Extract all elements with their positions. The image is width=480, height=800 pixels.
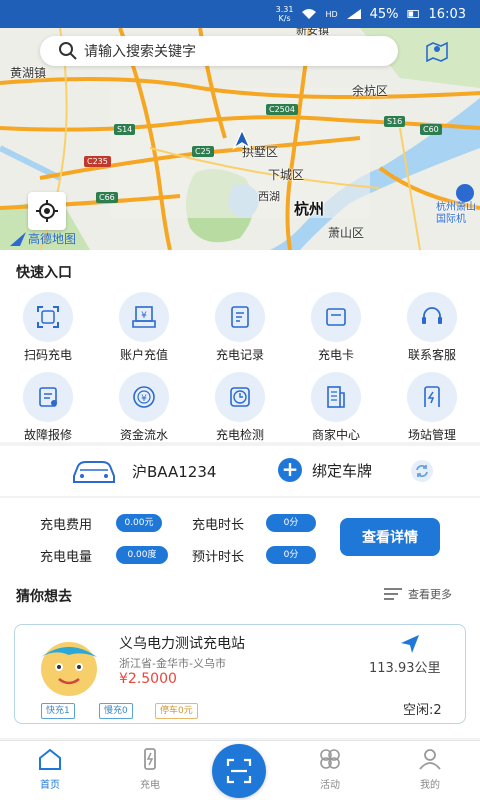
tab-activity[interactable]: 活动 xyxy=(300,747,360,791)
status-bar: 3.31 K/s HD 45% 16:03 xyxy=(0,0,480,28)
card-icon xyxy=(311,292,361,342)
activity-icon xyxy=(320,749,340,769)
map-label-district: 萧山区 xyxy=(328,226,365,240)
quick-entry-title: 快速入口 xyxy=(16,265,72,281)
tag-fast-charge: 快充1 xyxy=(41,703,75,719)
current-location-arrow-icon xyxy=(232,128,252,150)
clock-icon xyxy=(215,372,265,422)
duration-label: 充电时长 xyxy=(192,518,245,533)
quick-contact-service[interactable]: 联系客服 xyxy=(384,292,480,363)
station-thumbnail xyxy=(41,642,97,696)
road-badge: C25 xyxy=(192,146,214,157)
search-placeholder: 请输入搜索关键字 xyxy=(84,44,196,60)
quick-charge-card[interactable]: 充电卡 xyxy=(288,292,384,363)
user-icon xyxy=(419,749,441,770)
plus-icon: + xyxy=(278,458,302,482)
map-label-town: 黄湖镇 xyxy=(10,66,47,80)
view-detail-button[interactable]: 查看详情 xyxy=(340,518,440,556)
station-address: 浙江省-金华市-义乌市 xyxy=(119,657,226,670)
map-view[interactable]: 新安镇 黄湖镇 余杭区 拱墅区 下城区 西湖 杭州 萧山区 杭州萧山国际机 S1… xyxy=(0,28,480,250)
scan-icon xyxy=(226,758,252,784)
road-badge: C60 xyxy=(420,124,442,135)
energy-value: 0.00度 xyxy=(116,546,168,564)
road-badge: C2504 xyxy=(266,104,298,115)
list-icon xyxy=(384,588,402,600)
station-icon xyxy=(407,372,457,422)
airport-icon xyxy=(456,184,474,202)
estimate-value: 0分 xyxy=(266,546,316,564)
quick-entry-section: 快速入口 扫码充电 ¥ 账户充值 充电记录 充电卡 联系客服 故障报修 ¥ 资金… xyxy=(0,250,480,442)
tab-charge[interactable]: 充电 xyxy=(120,747,180,791)
quick-scan-charge[interactable]: 扫码充电 xyxy=(0,292,96,363)
search-icon xyxy=(59,42,77,60)
station-card[interactable]: 义乌电力测试充电站 浙江省-金华市-义乌市 ¥2.5000 113.93公里 快… xyxy=(14,624,466,724)
tag-parking: 停车0元 xyxy=(155,703,198,719)
charger-icon xyxy=(144,748,156,770)
battery-percent: 45% xyxy=(369,6,399,22)
clock: 16:03 xyxy=(428,6,466,22)
svg-text:¥: ¥ xyxy=(141,311,147,321)
hd-label: HD xyxy=(325,9,338,19)
map-label-district: 下城区 xyxy=(268,168,305,182)
tag-slow-charge: 慢充0 xyxy=(99,703,133,719)
vehicle-plate-row: 沪BAA1234 + 绑定车牌 xyxy=(0,446,480,496)
signal-icon xyxy=(346,9,361,19)
quick-account-recharge[interactable]: ¥ 账户充值 xyxy=(96,292,192,363)
bottom-nav: 首页 充电 活动 我的 xyxy=(0,740,480,800)
wifi-icon xyxy=(302,9,317,19)
locate-button[interactable] xyxy=(28,192,66,230)
tab-mine[interactable]: 我的 xyxy=(400,747,460,791)
record-icon xyxy=(215,292,265,342)
station-price: ¥2.5000 xyxy=(119,671,177,687)
duration-value: 0分 xyxy=(266,514,316,532)
energy-label: 充电电量 xyxy=(40,550,93,565)
recommend-title: 猜你想去 xyxy=(16,589,72,605)
scan-charge-button[interactable] xyxy=(212,744,266,798)
station-idle-count: 空闲:2 xyxy=(403,703,442,718)
refresh-icon[interactable] xyxy=(410,459,434,483)
quick-merchant-center[interactable]: 商家中心 xyxy=(288,372,384,443)
estimate-label: 预计时长 xyxy=(192,550,245,565)
gaode-logo-icon xyxy=(10,231,26,246)
map-label-lake: 西湖 xyxy=(258,190,280,203)
quick-charge-record[interactable]: 充电记录 xyxy=(192,292,288,363)
search-input[interactable]: 请输入搜索关键字 xyxy=(40,36,398,66)
road-badge: C66 xyxy=(96,192,118,203)
bind-plate-button[interactable]: + 绑定车牌 xyxy=(278,458,372,482)
view-more-link[interactable]: 查看更多 xyxy=(384,586,452,602)
network-speed: 3.31 K/s xyxy=(275,5,294,23)
map-label-airport: 杭州萧山国际机 xyxy=(436,202,476,225)
battery-icon xyxy=(406,10,419,18)
map-label-district: 余杭区 xyxy=(352,84,389,98)
home-icon xyxy=(39,748,61,770)
map-label-city: 杭州 xyxy=(294,200,325,218)
recommend-section: 猜你想去 查看更多 义乌电力测试充电站 浙江省-金华市-义乌市 ¥2.5000 … xyxy=(0,576,480,738)
tab-home[interactable]: 首页 xyxy=(20,747,80,791)
plate-number: 沪BAA1234 xyxy=(132,463,217,481)
svg-text:¥: ¥ xyxy=(141,394,147,404)
quick-station-manage[interactable]: 场站管理 xyxy=(384,372,480,443)
map-pin-icon[interactable] xyxy=(424,38,450,62)
money-flow-icon: ¥ xyxy=(119,372,169,422)
locate-icon xyxy=(36,200,58,222)
headset-icon xyxy=(407,292,457,342)
quick-money-flow[interactable]: ¥ 资金流水 xyxy=(96,372,192,443)
quick-charge-check[interactable]: 充电检测 xyxy=(192,372,288,443)
road-badge: C235 xyxy=(84,156,111,167)
station-distance: 113.93公里 xyxy=(369,661,441,676)
repair-icon xyxy=(23,372,73,422)
merchant-icon xyxy=(311,372,361,422)
quick-fault-repair[interactable]: 故障报修 xyxy=(0,372,96,443)
navigate-icon[interactable] xyxy=(399,633,421,655)
station-name: 义乌电力测试充电站 xyxy=(119,636,245,652)
scan-icon xyxy=(23,292,73,342)
fee-value: 0.00元 xyxy=(116,514,162,532)
map-provider-logo: 高德地图 xyxy=(10,230,76,247)
car-icon xyxy=(73,461,115,483)
road-badge: S14 xyxy=(114,124,136,135)
charge-info-panel: 充电费用 0.00元 充电时长 0分 充电电量 0.00度 预计时长 0分 查看… xyxy=(0,498,480,576)
fee-label: 充电费用 xyxy=(40,518,93,533)
road-badge: S16 xyxy=(384,116,406,127)
recharge-icon: ¥ xyxy=(119,292,169,342)
